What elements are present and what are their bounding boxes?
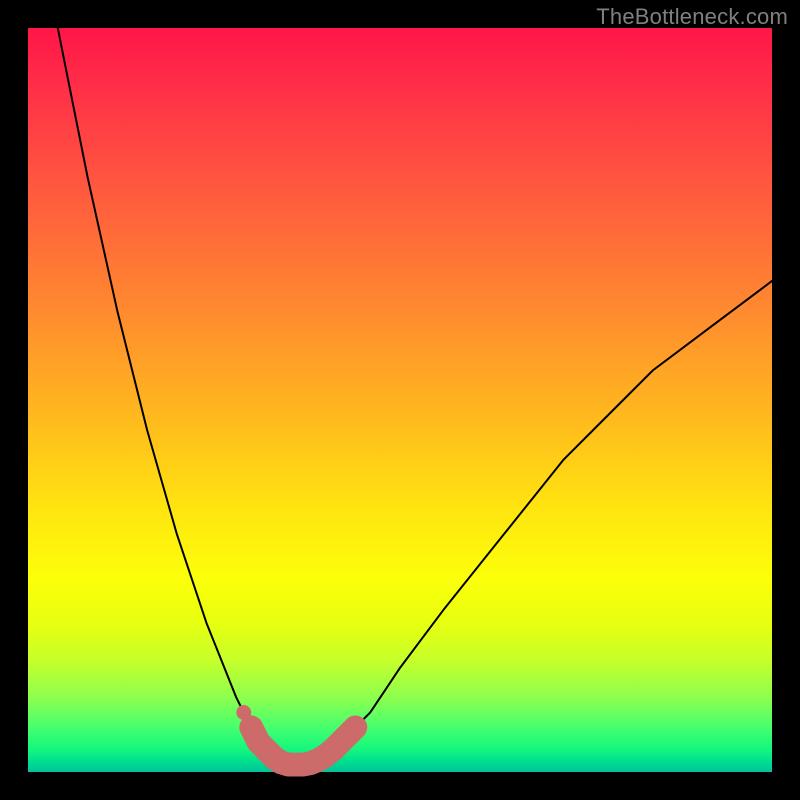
chart-frame: TheBottleneck.com — [0, 0, 800, 800]
fat-right-fat — [326, 727, 356, 755]
series-right-branch — [326, 281, 772, 756]
bottleneck-curve — [28, 28, 772, 772]
series-left-branch — [58, 28, 274, 757]
marker-left-dot — [236, 705, 251, 720]
watermark-text: TheBottleneck.com — [596, 4, 788, 30]
plot-area — [28, 28, 772, 772]
